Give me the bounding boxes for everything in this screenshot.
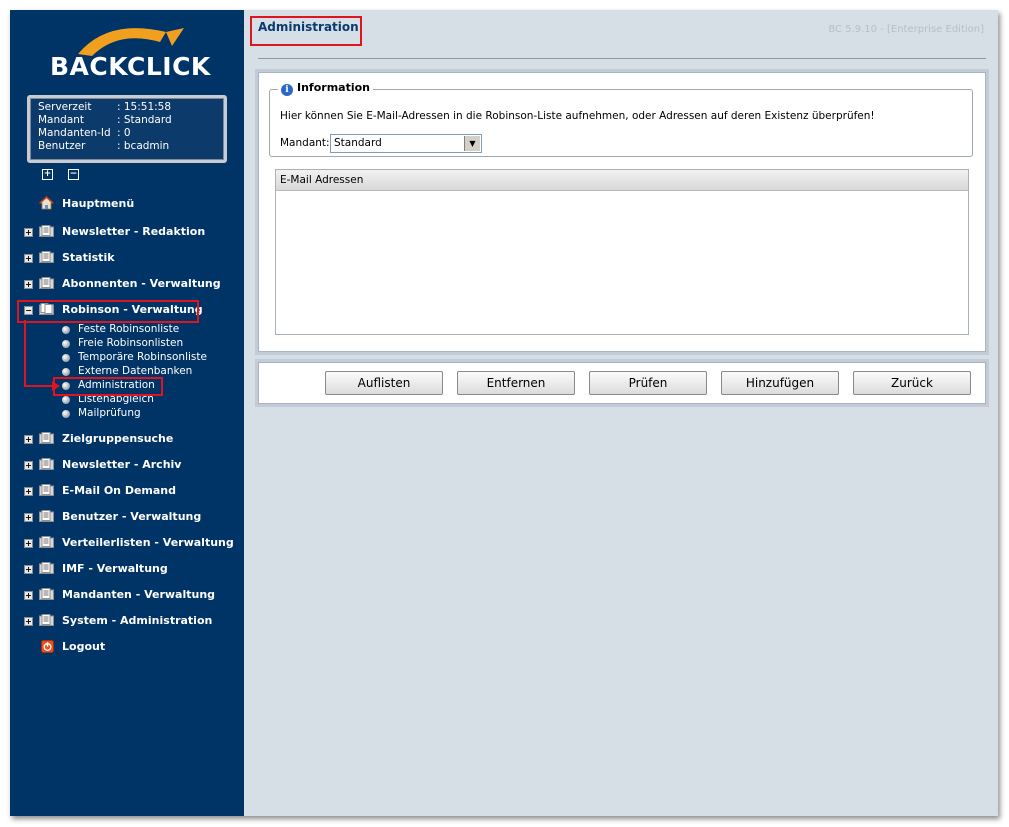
power-icon bbox=[41, 640, 54, 653]
folder-icon bbox=[39, 458, 54, 470]
folder-icon bbox=[39, 588, 54, 600]
information-fieldset: i Information Hier können Sie E-Mail-Adre… bbox=[269, 81, 973, 157]
highlight-arrow-icon bbox=[24, 320, 60, 391]
nav-email-on-demand[interactable]: + E-Mail On Demand bbox=[10, 482, 244, 500]
entfernen-button[interactable]: Entfernen bbox=[457, 371, 575, 395]
nav-benutzer[interactable]: + Benutzer - Verwaltung bbox=[10, 508, 244, 526]
hinzufuegen-button[interactable]: Hinzufügen bbox=[721, 371, 839, 395]
app-window: BACKCLICK Serverzeit: 15:51:58 Mandant: … bbox=[10, 10, 998, 816]
button-bar: Auflisten Entfernen Prüfen Hinzufügen Zu… bbox=[258, 362, 986, 404]
email-list-header: E-Mail Adressen bbox=[276, 170, 968, 191]
folder-icon bbox=[39, 562, 54, 574]
info-icon: i bbox=[281, 84, 293, 96]
chevron-down-icon[interactable]: ▼ bbox=[464, 136, 480, 151]
information-legend: i Information bbox=[278, 81, 373, 96]
pruefen-button[interactable]: Prüfen bbox=[589, 371, 707, 395]
folder-icon bbox=[39, 432, 54, 444]
folder-icon bbox=[39, 536, 54, 548]
email-list[interactable]: E-Mail Adressen bbox=[275, 169, 969, 335]
expand-icon[interactable]: + bbox=[24, 513, 33, 522]
folder-icon bbox=[39, 484, 54, 496]
expand-icon[interactable]: + bbox=[24, 435, 33, 444]
nav-system[interactable]: + System - Administration bbox=[10, 612, 244, 630]
title-divider bbox=[258, 58, 986, 59]
mandant-select-value: Standard bbox=[334, 137, 382, 149]
expand-icon[interactable]: + bbox=[24, 461, 33, 470]
zurueck-button[interactable]: Zurück bbox=[853, 371, 971, 395]
folder-icon bbox=[39, 510, 54, 522]
folder-icon bbox=[39, 614, 54, 626]
auflisten-button[interactable]: Auflisten bbox=[325, 371, 443, 395]
mandant-select[interactable]: Standard ▼ bbox=[330, 134, 482, 153]
nav-logout[interactable]: Logout bbox=[10, 638, 244, 656]
highlight-page-title bbox=[250, 16, 362, 46]
mandant-label: Mandant: bbox=[280, 137, 330, 149]
nav-verteilerlisten[interactable]: + Verteilerlisten - Verwaltung bbox=[10, 534, 244, 552]
nav-newsletter-archiv[interactable]: + Newsletter - Archiv bbox=[10, 456, 244, 474]
expand-icon[interactable]: + bbox=[24, 617, 33, 626]
form-panel: i Information Hier können Sie E-Mail-Adre… bbox=[258, 72, 986, 352]
version-label: BC 5.9.10 - [Enterprise Edition] bbox=[828, 24, 984, 35]
expand-icon[interactable]: + bbox=[24, 539, 33, 548]
sidebar: BACKCLICK Serverzeit: 15:51:58 Mandant: … bbox=[10, 10, 244, 816]
nav-imf[interactable]: + IMF - Verwaltung bbox=[10, 560, 244, 578]
expand-icon[interactable]: + bbox=[24, 565, 33, 574]
nav-mandanten[interactable]: + Mandanten - Verwaltung bbox=[10, 586, 244, 604]
main-content: Administration BC 5.9.10 - [Enterprise E… bbox=[244, 10, 998, 816]
expand-icon[interactable]: + bbox=[24, 591, 33, 600]
expand-icon[interactable]: + bbox=[24, 487, 33, 496]
nav-zielgruppensuche[interactable]: + Zielgruppensuche bbox=[10, 430, 244, 448]
description-text: Hier können Sie E-Mail-Adressen in die R… bbox=[280, 110, 875, 122]
